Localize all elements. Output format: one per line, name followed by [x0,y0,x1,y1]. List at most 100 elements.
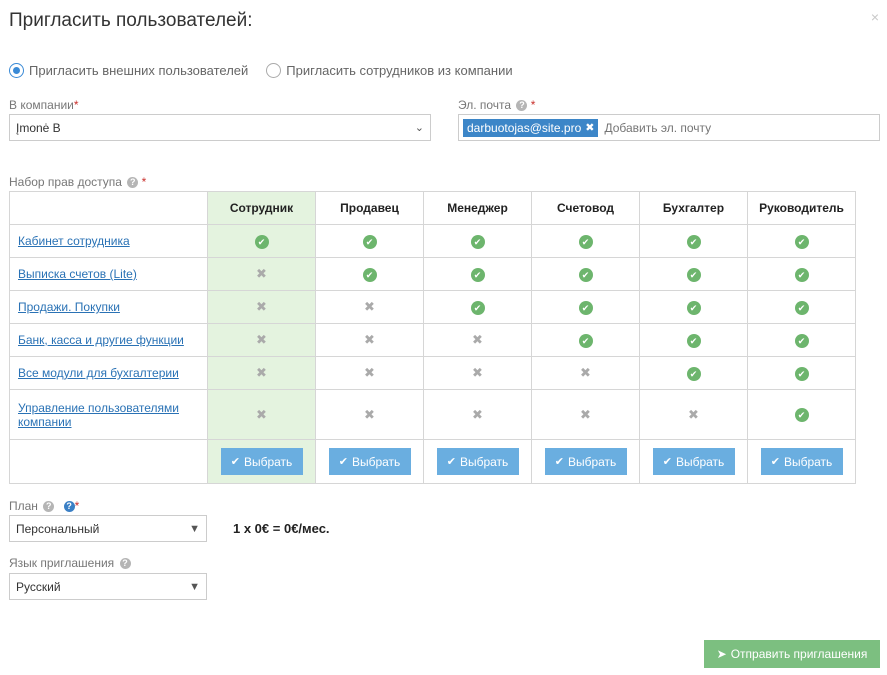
required-mark: * [73,98,79,112]
permission-link[interactable]: Выписка счетов (Lite) [18,267,137,281]
permission-cell: ✔ [747,224,856,258]
check-icon: ✔ [338,456,348,468]
question-circle-icon[interactable]: ? [119,558,131,570]
radio-dot-icon [266,63,282,78]
check-icon: ✔ [770,456,780,468]
permission-cell: ✖ [531,356,640,390]
cross-icon: ✖ [472,406,483,422]
permission-link[interactable]: Банк, касса и другие функции [18,333,184,347]
cross-icon: ✖ [364,332,375,347]
company-label: В компании* [9,98,79,112]
email-field[interactable]: darbuotojas@site.pro ✖ [458,114,880,141]
email-label: Эл. почта ? * [458,98,535,112]
permission-cell: ✔ [639,224,748,258]
plan-label-text: План [9,499,38,513]
permission-link[interactable]: Все модули для бухгалтерии [18,366,179,380]
check-circle-icon: ✔ [686,300,701,315]
cross-icon: ✖ [580,406,591,422]
permission-cell: ✖ [207,323,316,357]
send-invitations-button[interactable]: ➤ Отправить приглашения [704,640,880,668]
permission-link[interactable]: Кабинет сотрудника [18,234,130,248]
permission-cell: ✔ [747,389,856,440]
permission-name-cell: Кабинет сотрудника [9,224,208,258]
table-row: Все модули для бухгалтерии ✖ ✖ ✖ ✖ ✔ ✔ [9,356,856,390]
radio-label: Пригласить внешних пользователей [29,63,249,78]
table-header-empty [9,191,208,225]
table-row: Кабинет сотрудника ✔ ✔ ✔ ✔ ✔ ✔ [9,224,856,258]
permission-name-cell: Все модули для бухгалтерии [9,356,208,390]
question-circle-icon[interactable]: ? [43,501,55,513]
question-circle-icon[interactable]: ? [516,100,528,112]
invite-type-radio-group: Пригласить внешних пользователей Приглас… [9,63,531,78]
language-select[interactable]: Русский ▼ [9,573,207,600]
radio-invite-external[interactable]: Пригласить внешних пользователей [9,63,248,78]
check-circle-icon: ✔ [362,267,377,282]
select-role-button[interactable]: ✔ Выбрать [760,448,843,475]
cross-icon: ✖ [688,406,699,422]
check-circle-icon: ✔ [794,300,809,315]
permission-cell: ✔ [315,257,424,291]
select-button-label: Выбрать [675,454,725,469]
permission-cell: ✖ [315,323,424,357]
select-role-button[interactable]: ✔ Выбрать [220,448,303,475]
question-circle-icon[interactable]: ? [63,501,75,513]
select-role-button[interactable]: ✔ Выбрать [652,448,735,475]
language-select-value: Русский [16,579,61,594]
select-button-label: Выбрать [351,454,401,469]
company-label-text: В компании [9,98,74,112]
table-header-row: Сотрудник Продавец Менеджер Счетовод Бух… [9,191,856,225]
close-icon[interactable]: × [871,9,879,25]
cross-icon: ✖ [256,299,267,314]
email-label-text: Эл. почта [458,98,512,112]
check-circle-icon: ✔ [794,267,809,282]
select-button-cell: ✔ Выбрать [315,439,424,484]
check-circle-icon: ✔ [686,234,701,249]
cross-icon: ✖ [256,332,267,347]
company-select-value: Įmonė B [16,120,61,135]
select-buttons-row: ✔ Выбрать ✔ Выбрать ✔ Выбрать ✔ Выбрать ✔ Выбрать… [9,439,856,484]
radio-dot-icon [9,63,24,78]
dialog-title: Пригласить пользователей: [9,10,253,31]
plan-select[interactable]: Персональный ▼ [9,515,207,542]
check-icon: ✔ [446,456,456,468]
table-row: Управление пользователями компании ✖ ✖ ✖ ✖ ✖ ✔ [9,389,856,440]
select-role-button[interactable]: ✔ Выбрать [544,448,627,475]
select-role-button[interactable]: ✔ Выбрать [328,448,411,475]
question-circle-icon[interactable]: ? [127,177,139,189]
radio-invite-employees[interactable]: Пригласить сотрудников из компании [266,63,513,78]
plan-price: 1 x 0€ = 0€/мес. [233,521,330,536]
select-button-label: Выбрать [567,454,617,469]
remove-tag-icon[interactable]: ✖ [585,121,594,134]
check-circle-icon: ✔ [362,234,377,249]
permission-cell: ✖ [315,356,424,390]
permission-cell: ✔ [747,356,856,390]
check-circle-icon: ✔ [794,333,809,348]
empty-cell [9,439,208,484]
cross-icon: ✖ [364,406,375,422]
check-circle-icon: ✔ [470,267,485,282]
check-circle-icon: ✔ [578,234,593,249]
permission-cell: ✔ [747,290,856,324]
permission-cell: ✔ [531,257,640,291]
permission-cell: ✔ [639,257,748,291]
permission-link[interactable]: Продажи. Покупки [18,300,120,314]
plan-label: План ? ? * [9,499,79,513]
permission-link[interactable]: Управление пользователями компании [18,401,179,429]
permission-cell: ✖ [207,257,316,291]
company-select[interactable]: Įmonė B ⌄ [9,114,431,141]
plan-select-value: Персональный [16,521,100,536]
select-role-button[interactable]: ✔ Выбрать [436,448,519,475]
permission-cell: ✖ [207,389,316,440]
email-input[interactable] [602,119,803,136]
permission-cell: ✖ [531,389,640,440]
role-header: Счетовод [531,191,640,225]
cross-icon: ✖ [256,365,267,380]
select-button-cell: ✔ Выбрать [423,439,532,484]
check-icon: ✔ [662,456,672,468]
check-circle-icon: ✔ [794,366,809,381]
role-header: Бухгалтер [639,191,748,225]
radio-label: Пригласить сотрудников из компании [286,63,513,78]
cross-icon: ✖ [364,365,375,380]
permissions-label-text: Набор прав доступа [9,175,122,189]
permission-cell: ✖ [315,290,424,324]
